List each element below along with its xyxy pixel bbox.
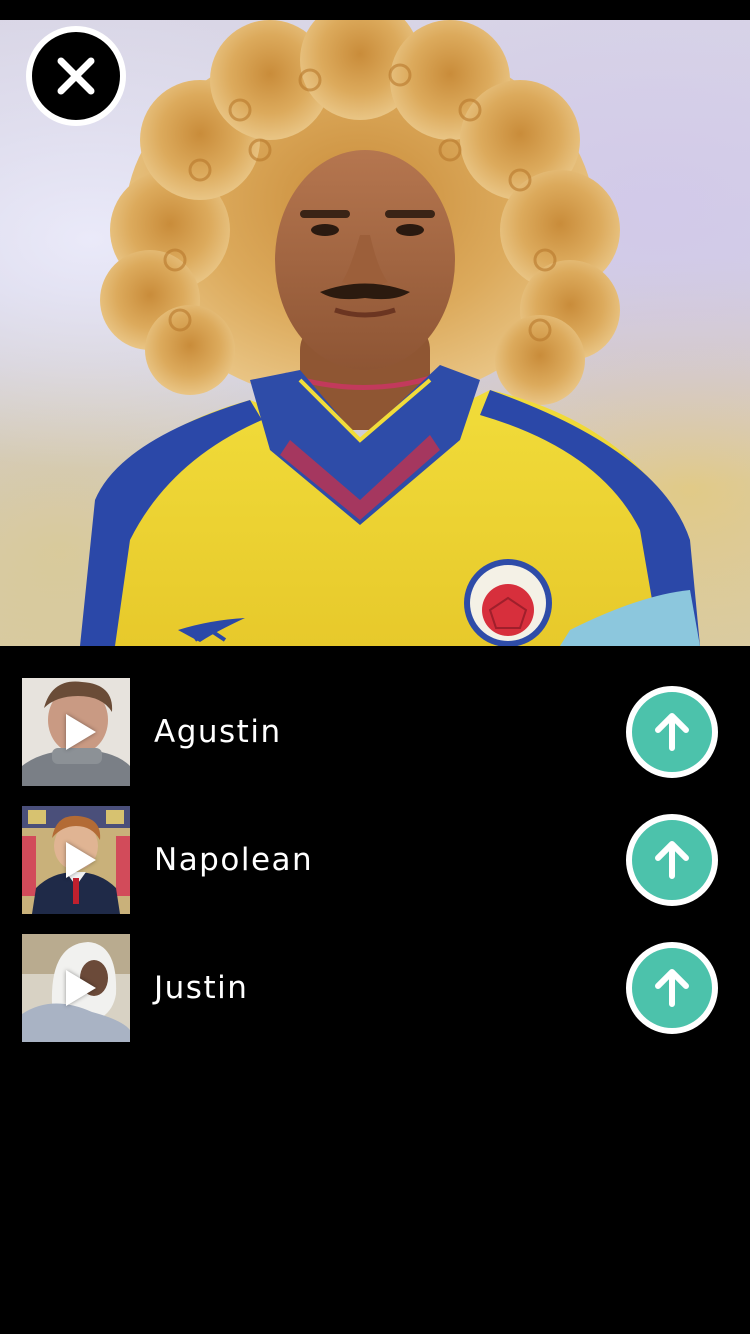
arrow-up-icon <box>655 969 689 1007</box>
video-thumbnail[interactable] <box>22 678 130 786</box>
play-icon <box>66 970 96 1006</box>
arrow-up-icon <box>655 713 689 751</box>
send-button[interactable] <box>626 686 718 778</box>
close-icon <box>57 57 95 95</box>
share-screen: Agustin Napolean Justin <box>0 0 750 1334</box>
play-icon <box>66 714 96 750</box>
status-bar <box>0 0 750 20</box>
contact-name: Justin <box>154 970 249 1006</box>
video-thumbnail[interactable] <box>22 806 130 914</box>
contact-name: Napolean <box>154 842 314 878</box>
hero-photo-illustration <box>80 20 700 646</box>
send-button[interactable] <box>626 814 718 906</box>
send-button[interactable] <box>626 942 718 1034</box>
hero-photo <box>0 20 750 646</box>
arrow-up-icon <box>655 841 689 879</box>
video-thumbnail[interactable] <box>22 934 130 1042</box>
contact-row: Justin <box>0 934 750 1042</box>
close-button[interactable] <box>26 26 126 126</box>
contact-row: Agustin <box>0 678 750 786</box>
contact-row: Napolean <box>0 806 750 914</box>
play-icon <box>66 842 96 878</box>
contact-name: Agustin <box>154 714 282 750</box>
